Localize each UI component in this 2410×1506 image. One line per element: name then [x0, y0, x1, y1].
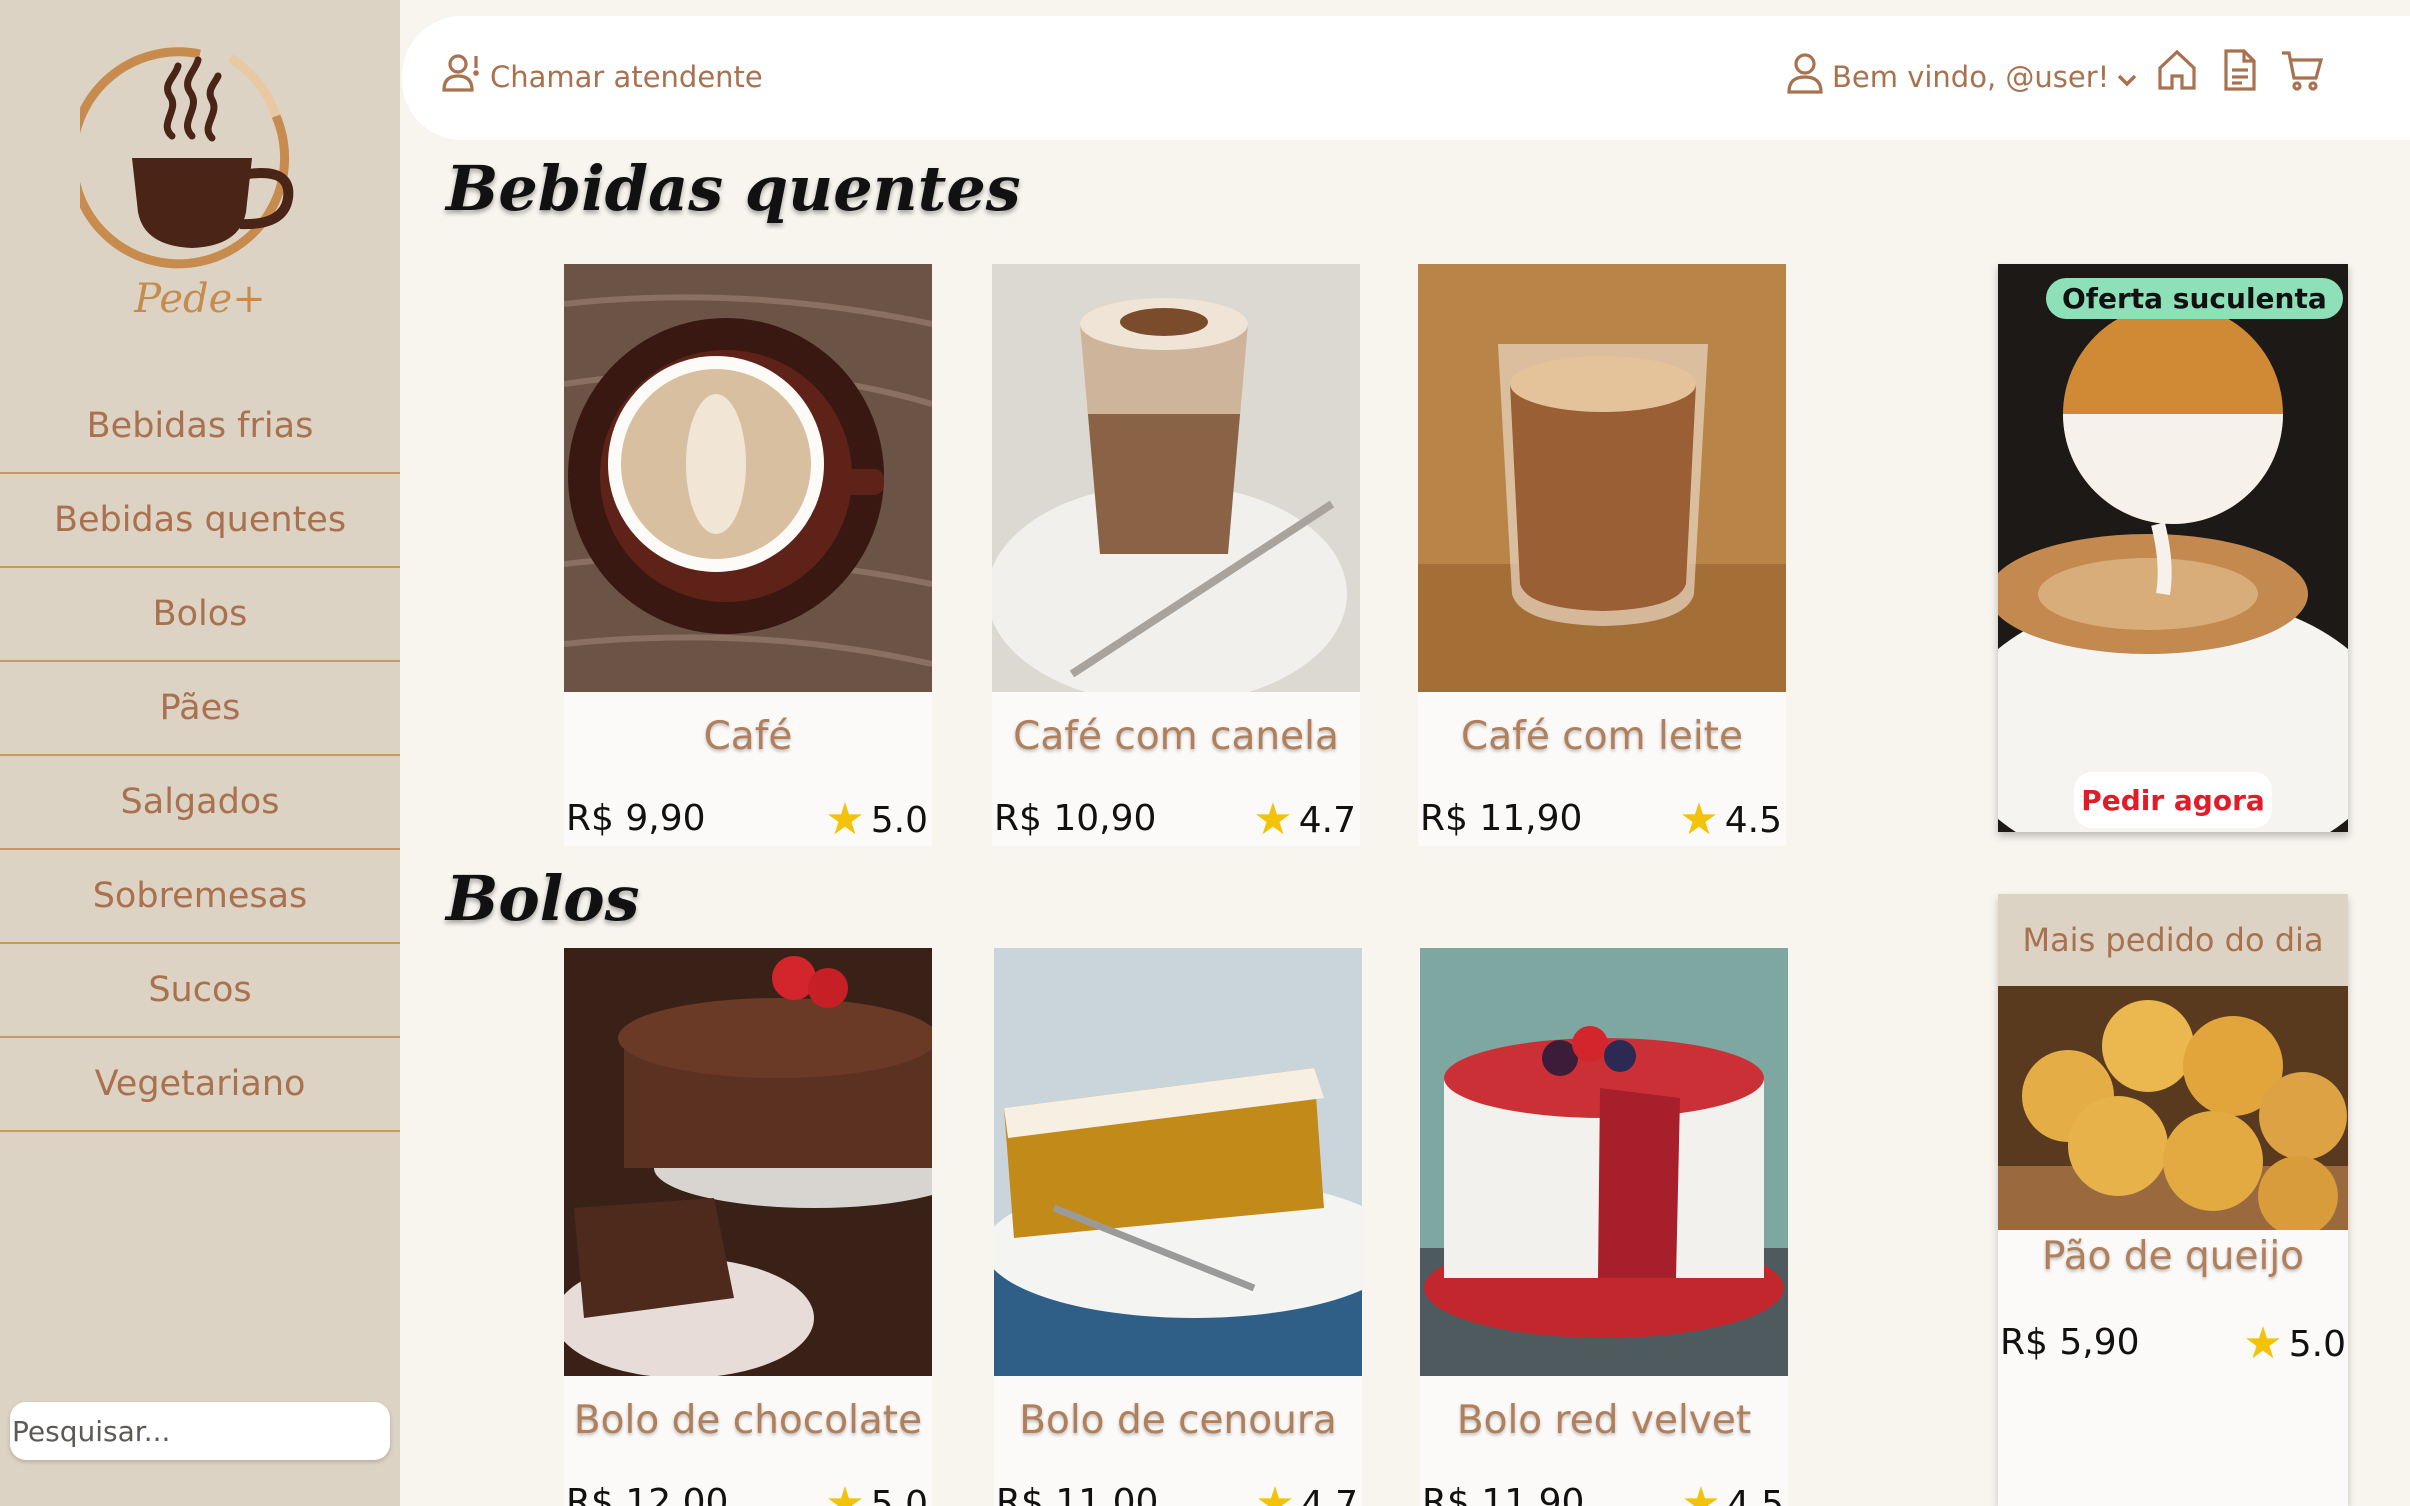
product-price: R$ 11,90: [1420, 798, 1583, 839]
call-attendant-button[interactable]: Chamar atendente: [442, 52, 763, 101]
person-alert-icon: [442, 52, 482, 101]
product-name: Café com canela: [1013, 714, 1339, 759]
product-card-cafe-com-leite[interactable]: Café com leite R$ 11,90 ★ 4.5: [1418, 264, 1786, 846]
cart-icon[interactable]: [2280, 48, 2324, 92]
product-name: Café com leite: [1461, 714, 1743, 759]
offer-image: [1998, 264, 2348, 832]
order-now-button[interactable]: Pedir agora: [2074, 772, 2272, 828]
category-nav: Bebidas frias Bebidas quentes Bolos Pães…: [0, 380, 400, 1132]
rating-value: 5.0: [870, 799, 928, 841]
section-title-bolos: Bolos: [446, 862, 640, 935]
product-image-cafe-com-canela: [992, 264, 1360, 692]
product-rating: ★ 4.5: [1679, 798, 1782, 842]
sidebar-item-paes[interactable]: Pães: [0, 662, 400, 756]
star-icon: ★: [1679, 794, 1719, 845]
star-icon: ★: [825, 1478, 865, 1506]
most-ordered-card[interactable]: Mais pedido do dia Pão de queijo R$ 5,90…: [1998, 894, 2348, 1506]
product-price: R$ 5,90: [2000, 1322, 2140, 1363]
rating-value: 5.0: [870, 1483, 928, 1506]
call-attendant-label: Chamar atendente: [490, 59, 763, 94]
product-image-pao-de-queijo: [1998, 986, 2348, 1230]
star-icon: ★: [1255, 1478, 1295, 1506]
product-card-bolo-red-velvet[interactable]: Bolo red velvet R$ 11,90 ★ 4.5: [1420, 948, 1788, 1506]
rating-value: 4.5: [1724, 799, 1782, 841]
offer-badge: Oferta suculenta: [2046, 278, 2343, 319]
person-icon: [1786, 52, 1824, 101]
product-price: R$ 10,90: [994, 798, 1157, 839]
sidebar: Pede+ Bebidas frias Bebidas quentes Bolo…: [0, 0, 400, 1506]
star-icon: ★: [1253, 794, 1293, 845]
chevron-down-icon: [2117, 60, 2137, 94]
most-ordered-heading: Mais pedido do dia: [1998, 894, 2348, 986]
product-name: Bolo de cenoura: [1019, 1398, 1337, 1443]
rating-value: 4.7: [1298, 799, 1356, 841]
product-card-bolo-de-cenoura[interactable]: Bolo de cenoura R$ 11,00 ★ 4.7: [994, 948, 1362, 1506]
sidebar-item-sobremesas[interactable]: Sobremesas: [0, 850, 400, 944]
section-title-bebidas-quentes: Bebidas quentes: [446, 152, 1021, 225]
product-card-cafe[interactable]: Café R$ 9,90 ★ 5.0: [564, 264, 932, 846]
product-name: Café: [703, 714, 793, 759]
product-rating: ★ 5.0: [2243, 1322, 2346, 1366]
product-card-cafe-com-canela[interactable]: Café com canela R$ 10,90 ★ 4.7: [992, 264, 1360, 846]
welcome-text: Bem vindo, @user!: [1832, 59, 2110, 94]
rating-value: 4.5: [1726, 1483, 1784, 1506]
product-name: Bolo red velvet: [1456, 1398, 1752, 1443]
sidebar-item-vegetariano[interactable]: Vegetariano: [0, 1038, 400, 1132]
sidebar-item-bebidas-quentes[interactable]: Bebidas quentes: [0, 474, 400, 568]
rating-value: 5.0: [2288, 1323, 2346, 1365]
rating-value: 4.7: [1300, 1483, 1358, 1506]
product-image-bolo-red-velvet: [1420, 948, 1788, 1376]
product-rating: ★ 5.0: [825, 1482, 928, 1506]
product-name: Bolo de chocolate: [573, 1398, 923, 1443]
star-icon: ★: [1681, 1478, 1721, 1506]
product-rating: ★ 4.7: [1255, 1482, 1358, 1506]
top-header: Chamar atendente Bem vindo, @user!: [402, 16, 2410, 140]
product-image-cafe: [564, 264, 932, 692]
product-name: Pão de queijo: [2041, 1234, 2305, 1279]
sidebar-item-bebidas-frias[interactable]: Bebidas frias: [0, 380, 400, 474]
star-icon: ★: [2243, 1318, 2283, 1369]
product-card-bolo-de-chocolate[interactable]: Bolo de chocolate R$ 12,00 ★ 5.0: [564, 948, 932, 1506]
product-price: R$ 12,00: [566, 1482, 729, 1506]
user-menu[interactable]: Bem vindo, @user!: [1786, 52, 2137, 101]
star-icon: ★: [825, 794, 865, 845]
home-icon[interactable]: [2156, 48, 2198, 92]
brand-name: Pede+: [134, 276, 266, 322]
document-icon[interactable]: [2218, 48, 2260, 92]
search-input[interactable]: [10, 1402, 390, 1460]
product-image-bolo-de-cenoura: [994, 948, 1362, 1376]
product-image-cafe-com-leite: [1418, 264, 1786, 692]
product-rating: ★ 5.0: [825, 798, 928, 842]
product-price: R$ 9,90: [566, 798, 706, 839]
sidebar-item-bolos[interactable]: Bolos: [0, 568, 400, 662]
sidebar-item-salgados[interactable]: Salgados: [0, 756, 400, 850]
product-price: R$ 11,90: [1422, 1482, 1585, 1506]
product-price: R$ 11,00: [996, 1482, 1159, 1506]
product-rating: ★ 4.5: [1681, 1482, 1784, 1506]
sidebar-item-sucos[interactable]: Sucos: [0, 944, 400, 1038]
offer-banner[interactable]: Oferta suculenta Pedir agora: [1998, 264, 2348, 832]
product-image-bolo-de-chocolate: [564, 948, 932, 1376]
header-icons: [2156, 48, 2324, 92]
product-rating: ★ 4.7: [1253, 798, 1356, 842]
